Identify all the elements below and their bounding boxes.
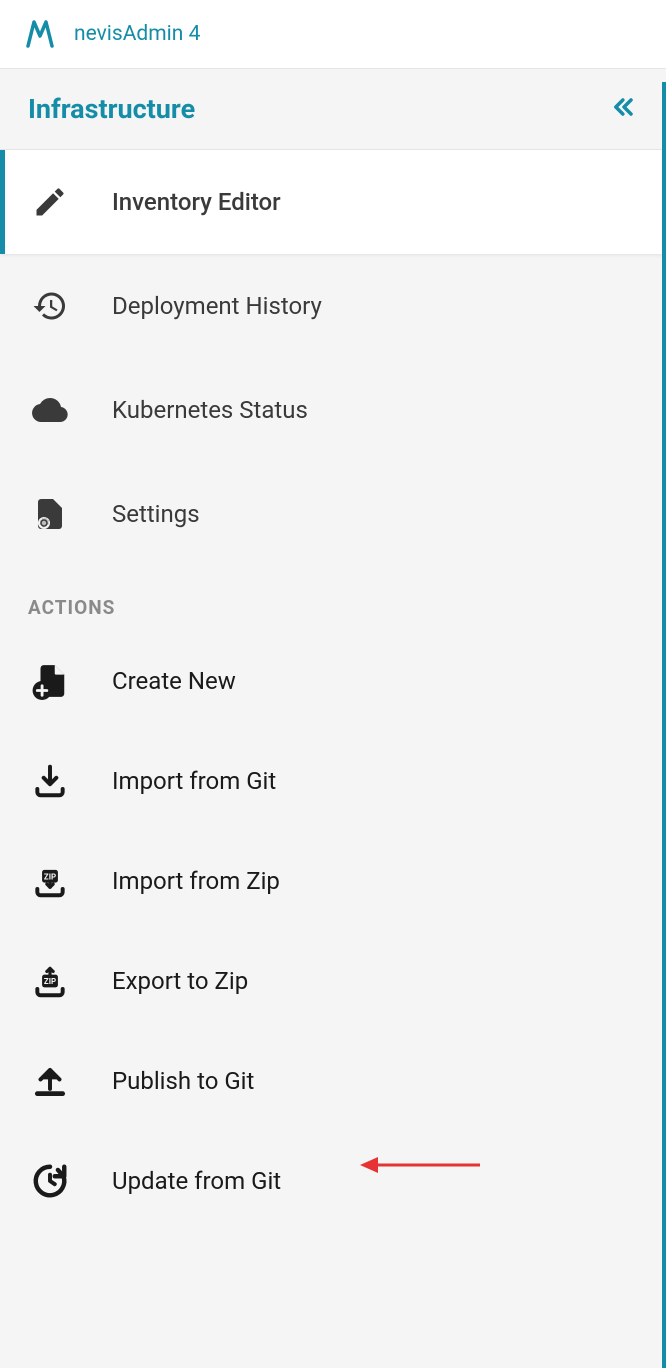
app-title: nevisAdmin 4 xyxy=(74,22,200,46)
nav-item-label: Settings xyxy=(112,500,200,528)
action-update-from-git[interactable]: Update from Git xyxy=(0,1131,666,1231)
action-label: Create New xyxy=(112,667,236,695)
upload-icon xyxy=(28,1059,72,1103)
action-publish-to-git[interactable]: Publish to Git xyxy=(0,1031,666,1131)
action-label: Export to Zip xyxy=(112,967,248,995)
collapse-icon[interactable] xyxy=(610,93,638,125)
zip-up-icon: ZIP xyxy=(28,959,72,1003)
action-export-to-zip[interactable]: ZIP Export to Zip xyxy=(0,931,666,1031)
nav-item-deployment-history[interactable]: Deployment History xyxy=(0,254,666,358)
nav-item-inventory-editor[interactable]: Inventory Editor xyxy=(0,150,666,254)
app-header: nevisAdmin 4 xyxy=(0,0,666,69)
nav-item-label: Deployment History xyxy=(112,292,322,320)
action-label: Publish to Git xyxy=(112,1067,254,1095)
right-border xyxy=(662,82,666,1368)
section-header: Infrastructure xyxy=(0,69,666,150)
nav-item-settings[interactable]: Settings xyxy=(0,462,666,566)
action-create-new[interactable]: Create New xyxy=(0,631,666,731)
nav-item-label: Kubernetes Status xyxy=(112,396,308,424)
action-label: Import from Git xyxy=(112,767,276,795)
edit-icon xyxy=(28,180,72,224)
nav-item-label: Inventory Editor xyxy=(112,188,281,216)
refresh-icon xyxy=(28,1159,72,1203)
svg-text:ZIP: ZIP xyxy=(44,977,56,986)
action-label: Update from Git xyxy=(112,1167,281,1195)
actions-section-label: ACTIONS xyxy=(0,566,666,631)
cloud-icon xyxy=(28,388,72,432)
section-title: Infrastructure xyxy=(28,93,195,125)
action-import-from-git[interactable]: Import from Git xyxy=(0,731,666,831)
action-label: Import from Zip xyxy=(112,867,280,895)
file-plus-icon xyxy=(28,659,72,703)
file-gear-icon xyxy=(28,492,72,536)
svg-text:ZIP: ZIP xyxy=(44,872,56,881)
history-icon xyxy=(28,284,72,328)
zip-down-icon: ZIP xyxy=(28,859,72,903)
action-import-from-zip[interactable]: ZIP Import from Zip xyxy=(0,831,666,931)
download-icon xyxy=(28,759,72,803)
app-logo xyxy=(24,18,56,50)
nav-item-kubernetes-status[interactable]: Kubernetes Status xyxy=(0,358,666,462)
